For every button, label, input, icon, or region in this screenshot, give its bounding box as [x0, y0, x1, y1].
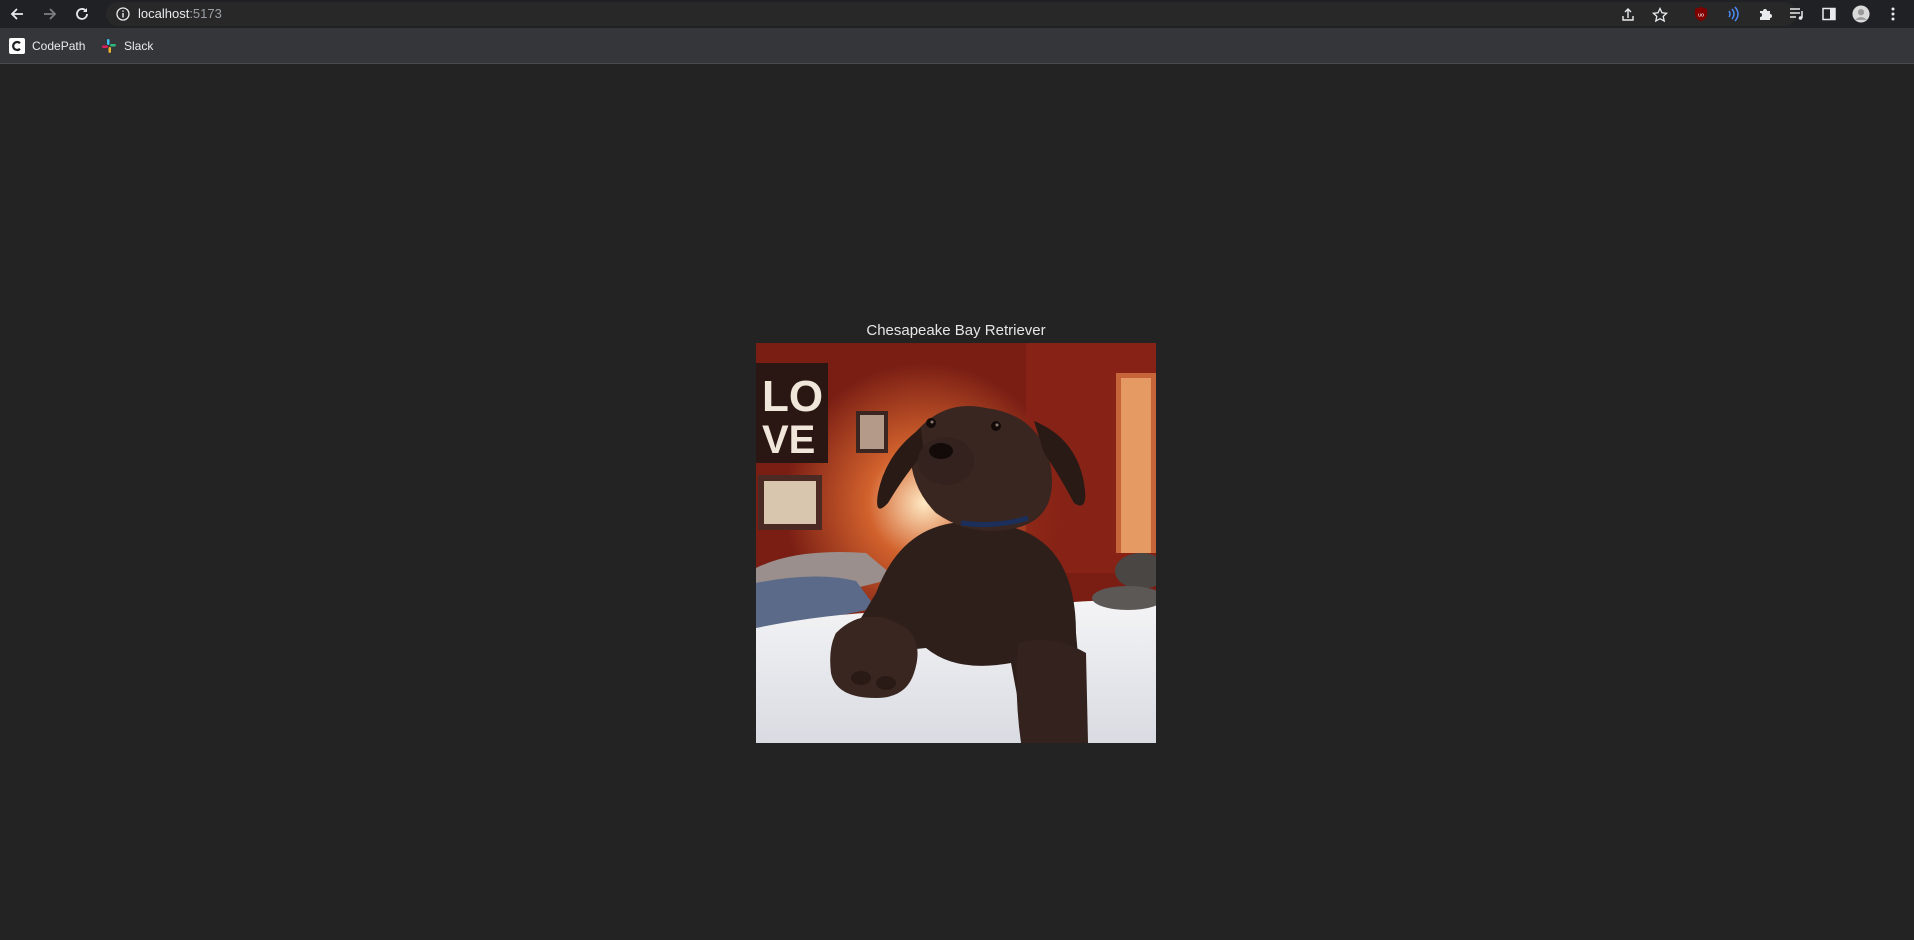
slack-icon: [101, 38, 117, 54]
dog-illustration: LO VE: [756, 343, 1156, 743]
side-panel-icon: [1822, 7, 1836, 21]
star-icon: [1652, 7, 1668, 23]
avatar: [1852, 5, 1870, 23]
back-button[interactable]: [7, 4, 27, 24]
bookmarks-bar: CodePath Slack: [0, 28, 1914, 64]
arrow-left-icon: [10, 8, 23, 20]
bookmark-slack[interactable]: Slack: [101, 37, 153, 55]
profile-button[interactable]: [1852, 5, 1870, 23]
url-port: :5173: [189, 6, 222, 21]
browser-toolbar: localhost:5173 uo: [0, 0, 1914, 28]
url-host: localhost: [138, 6, 190, 21]
reload-button[interactable]: [72, 4, 92, 24]
forward-button[interactable]: [40, 4, 60, 24]
bookmark-codepath[interactable]: CodePath: [9, 37, 85, 55]
ublock-extension[interactable]: uo: [1692, 5, 1710, 23]
reload-icon: [76, 8, 88, 20]
sign-text-top: LO: [762, 372, 823, 421]
share-icon: [1622, 8, 1634, 21]
read-aloud-extension[interactable]: [1724, 5, 1742, 23]
codepath-icon: [9, 38, 25, 54]
bookmark-label: Slack: [124, 39, 154, 53]
bookmark-star-button[interactable]: [1652, 7, 1668, 23]
more-vertical-icon: [1891, 7, 1895, 21]
dog-photo: LO VE: [756, 343, 1156, 743]
media-control-button[interactable]: [1788, 5, 1806, 23]
browser-menu-button[interactable]: [1884, 5, 1902, 23]
sign-text-bottom: VE: [762, 418, 815, 462]
url-text: localhost:5173: [138, 7, 222, 21]
extensions-button[interactable]: [1756, 5, 1774, 23]
ublock-icon: uo: [1695, 7, 1707, 21]
svg-text:uo: uo: [1698, 13, 1704, 19]
side-panel-button[interactable]: [1820, 5, 1838, 23]
playlist-icon: [1790, 8, 1803, 20]
speaker-waves-icon: [1728, 6, 1739, 22]
address-bar[interactable]: localhost:5173: [106, 2, 1796, 26]
puzzle-icon: [1760, 9, 1772, 20]
arrow-right-icon: [44, 8, 57, 20]
bookmark-label: CodePath: [32, 39, 86, 53]
breed-title: Chesapeake Bay Retriever: [866, 322, 1046, 339]
info-icon[interactable]: [116, 7, 130, 21]
share-button[interactable]: [1620, 7, 1636, 23]
